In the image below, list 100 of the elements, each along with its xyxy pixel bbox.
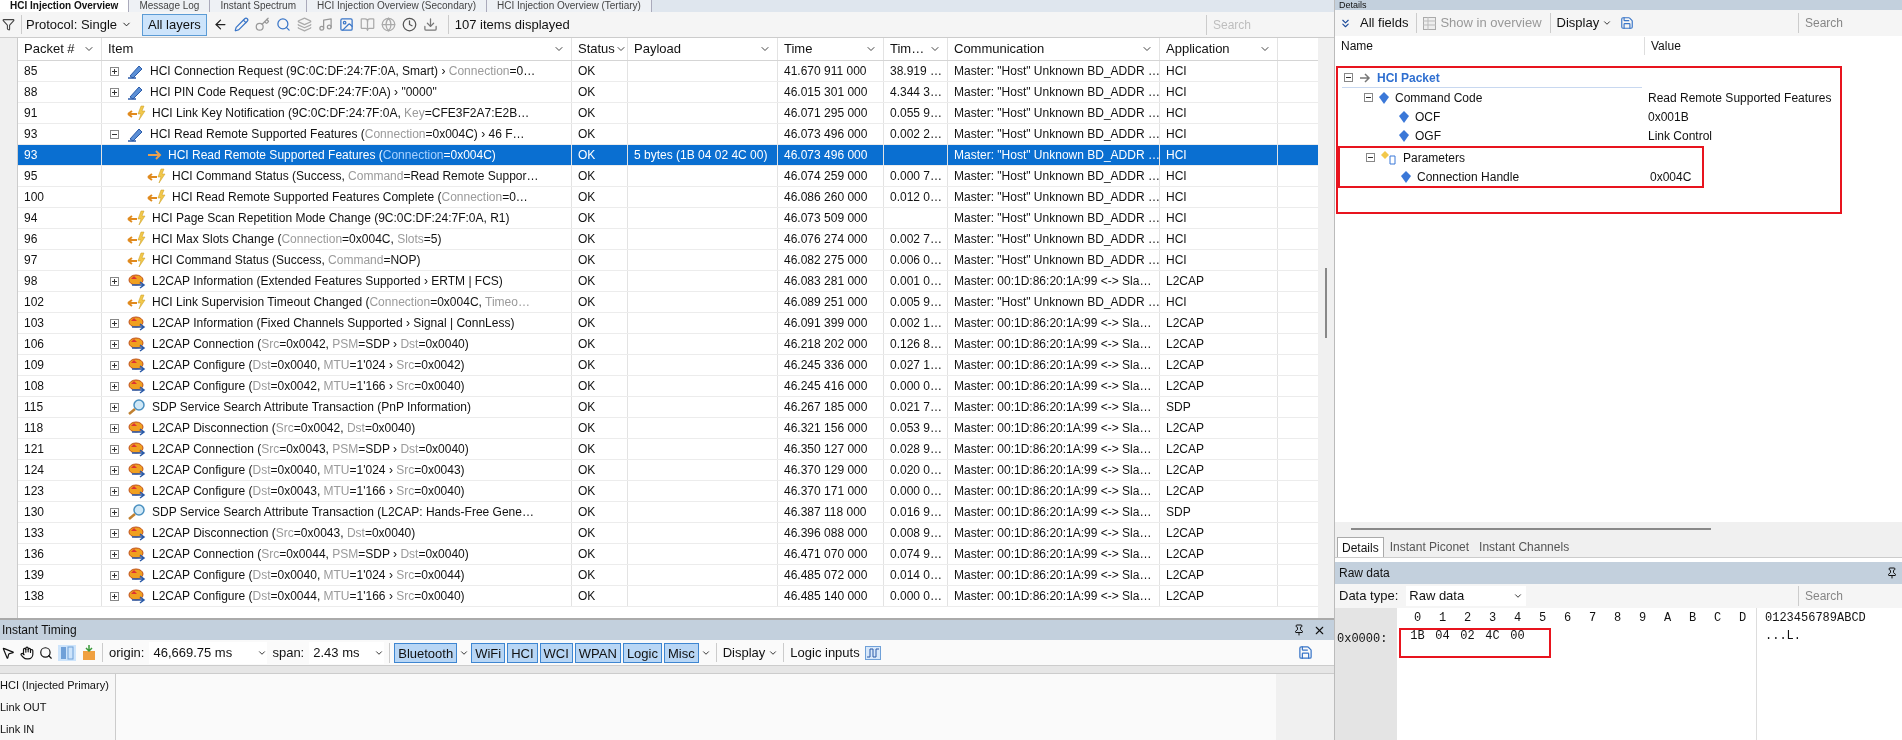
expand-icon[interactable] xyxy=(110,465,119,475)
span-field[interactable]: 2.43 ms xyxy=(309,641,385,664)
expand-icon[interactable] xyxy=(110,318,119,328)
filter-toggle[interactable]: WCI xyxy=(539,642,573,663)
table-row[interactable]: 85 HCI Connection Request (9C:0C:DF:24:7F:0A, Smart) › Connection=0… OK 41.670 911 000 38.919 … Master: "Host" Unknown BD_ADDR … HCI xyxy=(18,61,1318,82)
expand-icon[interactable] xyxy=(110,381,119,391)
clock-icon[interactable] xyxy=(401,17,417,32)
filter-toggle[interactable]: WiFi xyxy=(471,642,506,663)
hand-icon[interactable] xyxy=(20,645,34,660)
origin-field[interactable]: 46,669.75 ms xyxy=(149,641,268,664)
download-box-icon[interactable] xyxy=(81,644,97,661)
table-row[interactable]: 97 HCI Command Status (Success, Command=NOP) OK 46.082 275 000 0.006 0… Master: "Host" Unknown BD_ADDR … HCI xyxy=(18,250,1318,271)
table-row[interactable]: 139 L2CAP Configure (Dst=0x0040, MTU=1'024 › Src=0x0044) OK 46.485 072 000 0.014 0… Master: 00:1D:86:20:1A:99 <-> Sla… L2CAP xyxy=(18,565,1318,586)
hex-byte[interactable]: 04 xyxy=(1430,627,1455,645)
expand-icon[interactable] xyxy=(110,402,119,412)
tab[interactable]: HCI Injection Overview xyxy=(0,0,130,12)
pencil-icon[interactable] xyxy=(233,17,249,32)
tree-row[interactable]: OCF 0x001B xyxy=(1338,107,1840,126)
image-icon[interactable] xyxy=(338,17,354,32)
search-field[interactable]: Search xyxy=(1805,14,1892,32)
table-row[interactable]: 93 HCI Read Remote Supported Features (Connection=0x004C) › 46 F… OK 46.073 496 000 0.002 2… Master: "Host" Unknown BD_ADDR … HCI xyxy=(18,124,1318,145)
tree-row[interactable]: Connection Handle 0x004C xyxy=(1340,167,1702,186)
display-menu[interactable]: Display xyxy=(1549,13,1613,33)
column-header[interactable]: Value xyxy=(1645,37,1681,55)
collapse-icon[interactable] xyxy=(110,129,119,139)
pulse-icon[interactable] xyxy=(864,645,881,660)
expand-icon[interactable] xyxy=(110,66,119,76)
table-row[interactable]: 109 L2CAP Configure (Dst=0x0040, MTU=1'024 › Src=0x0042) OK 46.245 336 000 0.027 1… Master: 00:1D:86:20:1A:99 <-> Sla… L2CAP xyxy=(18,355,1318,376)
collapse-icon[interactable] xyxy=(1366,153,1375,162)
column-header[interactable]: Tim… xyxy=(884,38,948,60)
tab[interactable]: Instant Channels xyxy=(1475,537,1574,557)
expand-icon[interactable] xyxy=(110,276,119,286)
scrollbar-thumb[interactable] xyxy=(1351,528,1711,530)
table-row[interactable]: 130 SDP Service Search Attribute Transaction (L2CAP: Hands-Free Gene… OK 46.387 118 000 0.016 9… Master: 00:1D:86:20:1A:99 <-> Sla… SDP xyxy=(18,502,1318,523)
columns-icon[interactable] xyxy=(58,644,76,661)
expand-icon[interactable] xyxy=(110,528,119,538)
pointer-icon[interactable] xyxy=(1,645,15,660)
layers-toggle[interactable]: All layers xyxy=(142,13,207,36)
table-row[interactable]: 121 L2CAP Connection (Src=0x0043, PSM=SDP › Dst=0x0040) OK 46.350 127 000 0.028 9… Master: 00:1D:86:20:1A:99 <-> Sla… L2CAP xyxy=(18,439,1318,460)
key-icon[interactable] xyxy=(254,17,270,32)
table-row[interactable]: 98 L2CAP Information (Extended Features Supported › ERTM | FCS) OK 46.083 281 000 0.001 0… Master: 00:1D:86:20:1A:99 <-> Sla… L2CAP xyxy=(18,271,1318,292)
table-row[interactable]: 100 HCI Read Remote Supported Features Complete (Connection=0… OK 46.086 260 000 0.012 0… Master: "Host" Unknown BD_ADDR … HCI xyxy=(18,187,1318,208)
expand-icon[interactable] xyxy=(110,360,119,370)
column-header[interactable]: Packet # xyxy=(18,38,102,60)
table-row[interactable]: 96 HCI Max Slots Change (Connection=0x004C, Slots=5) OK 46.076 274 000 0.002 7… Master: "Host" Unknown BD_ADDR … HCI xyxy=(18,229,1318,250)
tab[interactable]: HCI Injection Overview (Tertiary) xyxy=(486,0,652,12)
table-row[interactable]: 123 L2CAP Configure (Dst=0x0043, MTU=1'166 › Src=0x0040) OK 46.370 171 000 0.000 0… Master: 00:1D:86:20:1A:99 <-> Sla… L2CAP xyxy=(18,481,1318,502)
table-row[interactable]: 88 HCI PIN Code Request (9C:0C:DF:24:7F:0A) › "0000" OK 46.015 301 000 4.344 3… Master: "Host" Unknown BD_ADDR … HCI xyxy=(18,82,1318,103)
filter-toggle[interactable]: WPAN xyxy=(574,642,621,663)
all-fields-button[interactable]: All fields xyxy=(1360,13,1409,33)
table-row[interactable]: 108 L2CAP Configure (Dst=0x0042, MTU=1'166 › Src=0x0040) OK 46.245 416 000 0.000 0… Master: 00:1D:86:20:1A:99 <-> Sla… L2CAP xyxy=(18,376,1318,397)
table-row[interactable]: 118 L2CAP Disconnection (Src=0x0042, Dst=0x0040) OK 46.321 156 000 0.053 9… Master: 00:1D:86:20:1A:99 <-> Sla… L2CAP xyxy=(18,418,1318,439)
filter-toggle[interactable]: Misc xyxy=(663,642,699,663)
hex-byte[interactable]: 02 xyxy=(1455,627,1480,645)
column-header[interactable]: Time xyxy=(778,38,884,60)
tab[interactable]: Instant Spectrum xyxy=(210,0,307,12)
column-header[interactable]: Name xyxy=(1335,37,1645,55)
expand-icon[interactable] xyxy=(110,339,119,349)
save-icon[interactable] xyxy=(1620,16,1635,30)
table-row[interactable]: 133 L2CAP Disconnection (Src=0x0043, Dst=0x0040) OK 46.396 088 000 0.008 9… Master: 00:1D:86:20:1A:99 <-> Sla… L2CAP xyxy=(18,523,1318,544)
column-header[interactable]: Payload xyxy=(628,38,778,60)
expand-icon[interactable] xyxy=(110,591,119,601)
tab[interactable]: HCI Injection Overview (Secondary) xyxy=(307,0,487,12)
filter-toggle[interactable]: Bluetooth xyxy=(394,642,458,663)
save-icon[interactable] xyxy=(1298,645,1313,660)
pin-icon[interactable] xyxy=(1293,624,1305,636)
table-row[interactable]: 102 HCI Link Supervision Timeout Changed (Connection=0x004C, Timeo… OK 46.089 251 000 0.005 9… Master: "Host" Unknown BD_ADDR … HCI xyxy=(18,292,1318,313)
table-row[interactable]: 115 SDP Service Search Attribute Transaction (PnP Information) OK 46.267 185 000 0.021 7… Master: 00:1D:86:20:1A:99 <-> Sla… SDP xyxy=(18,397,1318,418)
column-header[interactable]: Item xyxy=(102,38,572,60)
collapse-icon[interactable] xyxy=(1344,73,1353,82)
tree-row[interactable]: HCI Packet xyxy=(1338,68,1840,87)
table-row[interactable]: 138 L2CAP Configure (Dst=0x0044, MTU=1'166 › Src=0x0040) OK 46.485 140 000 0.000 0… Master: 00:1D:86:20:1A:99 <-> Sla… L2CAP xyxy=(18,586,1318,607)
column-header[interactable]: Application xyxy=(1160,38,1278,60)
search-field[interactable]: Search xyxy=(1805,587,1892,605)
music-icon[interactable] xyxy=(317,17,333,32)
table-row[interactable]: 106 L2CAP Connection (Src=0x0042, PSM=SDP › Dst=0x0040) OK 46.218 202 000 0.126 8… Master: 00:1D:86:20:1A:99 <-> Sla… L2CAP xyxy=(18,334,1318,355)
column-header[interactable]: Status xyxy=(572,38,628,60)
hex-byte[interactable]: 00 xyxy=(1505,627,1530,645)
scrollbar-thumb[interactable] xyxy=(1325,268,1327,338)
expand-icon[interactable] xyxy=(110,507,119,517)
download-icon[interactable] xyxy=(422,17,438,32)
expand-icon[interactable] xyxy=(110,423,119,433)
display-menu[interactable]: Display xyxy=(715,642,779,663)
hex-byte[interactable]: 4C xyxy=(1480,627,1505,645)
expand-icon[interactable] xyxy=(110,444,119,454)
expand-icon[interactable] xyxy=(110,570,119,580)
filter-icon[interactable] xyxy=(2,18,15,31)
protocol-dropdown[interactable]: Protocol: Single xyxy=(21,14,137,35)
tab[interactable]: Instant Piconet xyxy=(1385,537,1474,557)
expand-icon[interactable] xyxy=(110,87,119,97)
data-type-dropdown[interactable]: Raw data xyxy=(1406,586,1527,606)
table-row[interactable]: 93 HCI Read Remote Supported Features (Connection=0x004C) OK 5 bytes (1B 04 02 4C 00) 46.073 496 000 Master: "Host" Unknown BD_ADDR … HCI xyxy=(18,145,1318,166)
table-row[interactable]: 136 L2CAP Connection (Src=0x0044, PSM=SDP › Dst=0x0040) OK 46.471 070 000 0.074 9… Master: 00:1D:86:20:1A:99 <-> Sla… L2CAP xyxy=(18,544,1318,565)
expand-icon[interactable] xyxy=(110,486,119,496)
table-row[interactable]: 91 HCI Link Key Notification (9C:0C:DF:24:7F:0A, Key=CFE3F2A7:E2B… OK 46.071 295 000 0.055 9… Master: "Host" Unknown BD_ADDR … HCI xyxy=(18,103,1318,124)
pin-icon[interactable] xyxy=(1886,567,1898,579)
tab[interactable]: Message Log xyxy=(129,0,211,12)
table-row[interactable]: 124 L2CAP Configure (Dst=0x0040, MTU=1'024 › Src=0x0043) OK 46.370 129 000 0.020 0… Master: 00:1D:86:20:1A:99 <-> Sla… L2CAP xyxy=(18,460,1318,481)
table-row[interactable]: 103 L2CAP Information (Fixed Channels Supported › Signal | ConnLess) OK 46.091 399 000 0.002 1… Master: 00:1D:86:20:1A:99 <-> Sla… L2CAP xyxy=(18,313,1318,334)
collapse-icon[interactable] xyxy=(1364,93,1373,102)
